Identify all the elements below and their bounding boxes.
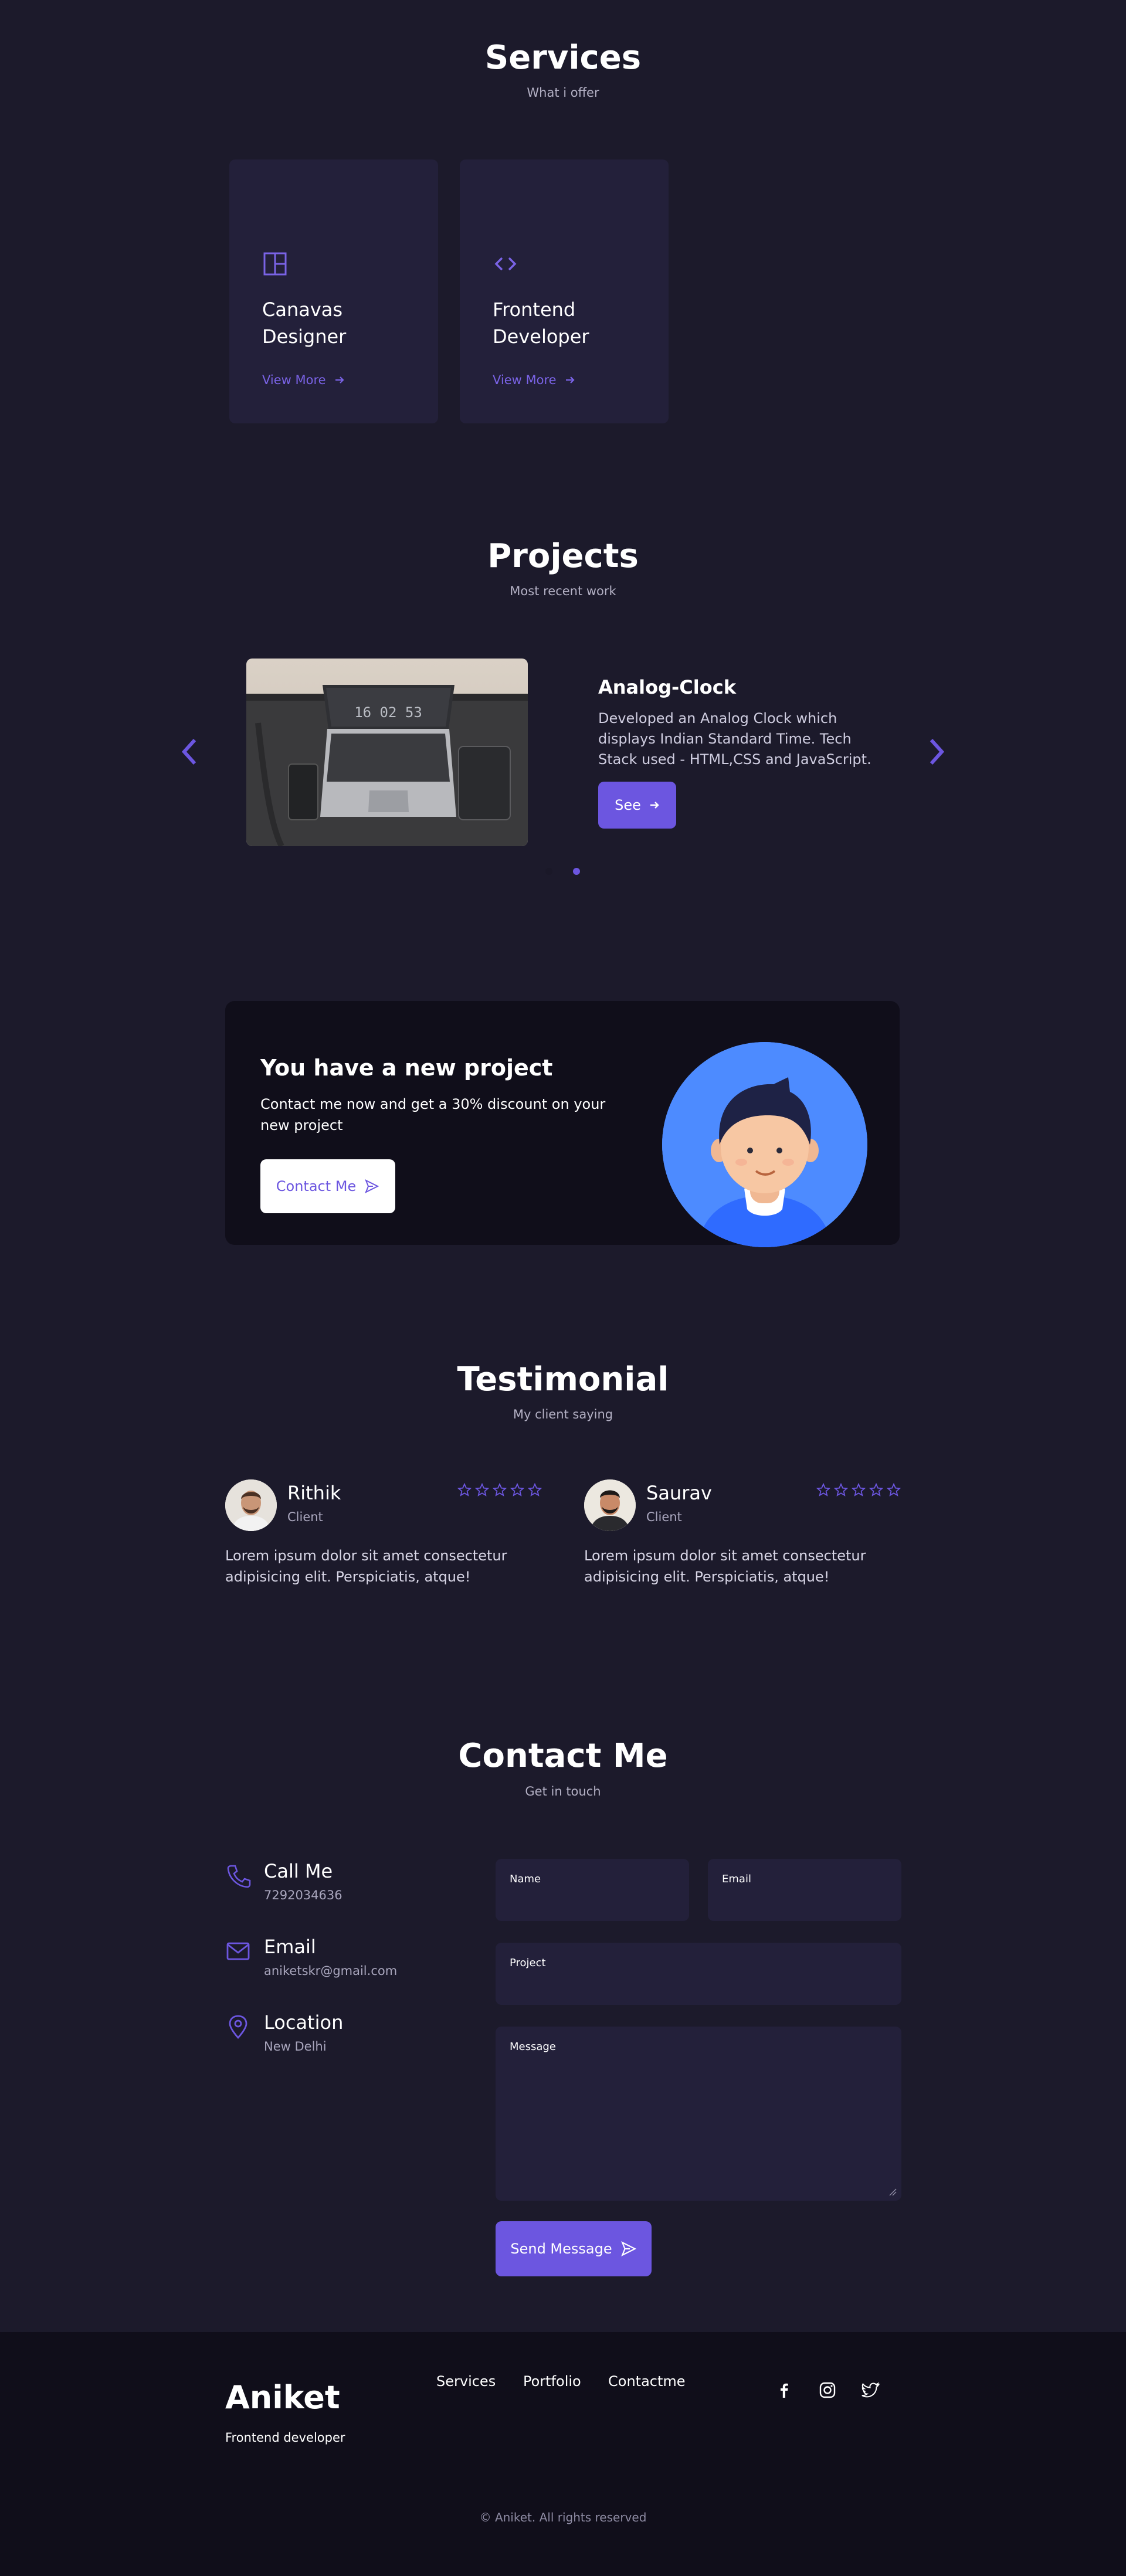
phone-icon [227,1865,251,1888]
footer-link-contactme[interactable]: Contactme [608,2373,686,2390]
star-icon [457,1483,472,1496]
slider-dot-1[interactable] [545,868,552,875]
client-role: Client [287,1510,323,1524]
contact-info-email: Email aniketskr@gmail.com [225,1936,472,1994]
star-icon [475,1483,489,1496]
see-button-label: See [615,797,641,813]
location-icon [229,2015,247,2039]
star-icon [493,1483,507,1496]
avatar [225,1479,277,1531]
view-more-label: View More [493,373,557,387]
screen-time: 16 02 53 [354,704,422,721]
send-icon [365,1179,379,1194]
contact-subtitle: Get in touch [525,1784,601,1798]
send-icon [620,2241,636,2256]
client-name: Rithik [287,1482,341,1504]
testimonial-quote: Lorem ipsum dolor sit amet consectetur a… [225,1547,507,1585]
arrow-right-icon [565,376,575,383]
star-rating [457,1483,542,1497]
contact-me-button[interactable]: Contact Me [260,1159,395,1213]
contact-info-phone: Call Me 7292034636 [225,1860,472,1919]
star-icon [510,1483,524,1496]
message-field[interactable]: Message [496,2027,901,2201]
contact-me-label: Contact Me [276,1178,357,1194]
testimonial-card: Saurav Client Lorem ipsum dolor sit amet… [584,1479,901,1597]
project-field[interactable]: Project [496,1943,901,2005]
testimonial-quote: Lorem ipsum dolor sit amet consectetur a… [584,1547,866,1585]
projects-title: Projects [487,537,639,575]
next-arrow-icon[interactable] [924,733,950,771]
new-project-banner: You have a new project Contact me now an… [225,1001,900,1247]
service-card-canvas-designer: Canavas Designer View More [229,159,438,423]
star-rating [816,1483,901,1497]
name-field-label: Name [510,1873,541,1885]
promo-title: You have a new project [260,1055,553,1081]
contact-info-value: New Delhi [264,2039,327,2054]
service-card-frontend-developer: Frontend Developer View More [460,159,669,423]
project-title: Analog-Clock [598,676,736,698]
slider-dot-2-active[interactable] [573,868,580,875]
footer-brand: Aniket [225,2379,340,2416]
contact-info-value: aniketskr@gmail.com [264,1964,398,1978]
services-title: Services [484,39,642,77]
star-icon [887,1483,901,1496]
project-description: Developed an Analog Clock which displays… [598,710,871,768]
name-field[interactable]: Name [496,1859,689,1921]
project-field-label: Project [510,1957,546,1969]
arrow-right-icon [650,802,659,809]
client-role: Client [646,1510,682,1524]
client-name: Saurav [646,1482,712,1504]
copyright: © Aniket. All rights reserved [479,2510,647,2524]
project-image: 16 02 53 [246,659,528,846]
view-more-link[interactable]: View More [262,373,345,387]
view-more-label: View More [262,373,326,387]
star-icon [528,1483,542,1496]
star-icon [834,1483,848,1496]
email-field-label: Email [722,1873,751,1885]
contact-info-value: 7292034636 [264,1888,342,1902]
testimonial-title: Testimonial [457,1360,669,1399]
testimonial-subtitle: My client saying [513,1407,613,1421]
send-message-button[interactable]: Send Message [496,2221,652,2276]
instagram-icon[interactable] [818,2380,837,2400]
prev-arrow-icon[interactable] [176,733,202,771]
contact-info-location: Location New Delhi [225,2011,472,2070]
facebook-icon[interactable] [774,2380,794,2400]
promo-text: Contact me now and get a 30% discount on… [260,1096,606,1133]
resize-handle-icon[interactable] [888,2188,897,2196]
avatar-illustration [662,1042,867,1247]
service-title: Canavas Designer [262,298,347,348]
services-subtitle: What i offer [527,86,599,100]
service-title: Frontend Developer [493,298,589,348]
arrow-right-icon [335,376,344,383]
star-icon [816,1483,830,1496]
see-project-button[interactable]: See [598,782,676,829]
contact-title: Contact Me [458,1737,668,1775]
footer-link-portfolio[interactable]: Portfolio [523,2373,581,2390]
code-icon [494,257,517,271]
layout-icon [263,252,287,276]
star-icon [869,1483,883,1496]
testimonial-card: Rithik Client Lorem ipsum dolor sit amet… [225,1479,542,1597]
contact-info-label: Location [264,2011,344,2034]
contact-info-label: Email [264,1936,316,1958]
email-field[interactable]: Email [708,1859,901,1921]
footer-role: Frontend developer [225,2431,345,2445]
send-message-label: Send Message [510,2241,612,2257]
avatar [584,1479,636,1531]
message-field-label: Message [510,2041,556,2053]
star-icon [852,1483,866,1496]
footer-link-services[interactable]: Services [436,2373,496,2390]
footer: Aniket Frontend developer Services Portf… [0,2332,1126,2576]
projects-subtitle: Most recent work [510,584,616,598]
contact-info-label: Call Me [264,1860,333,1882]
view-more-link[interactable]: View More [493,373,575,387]
mail-icon [226,1942,250,1960]
twitter-icon[interactable] [861,2380,881,2400]
